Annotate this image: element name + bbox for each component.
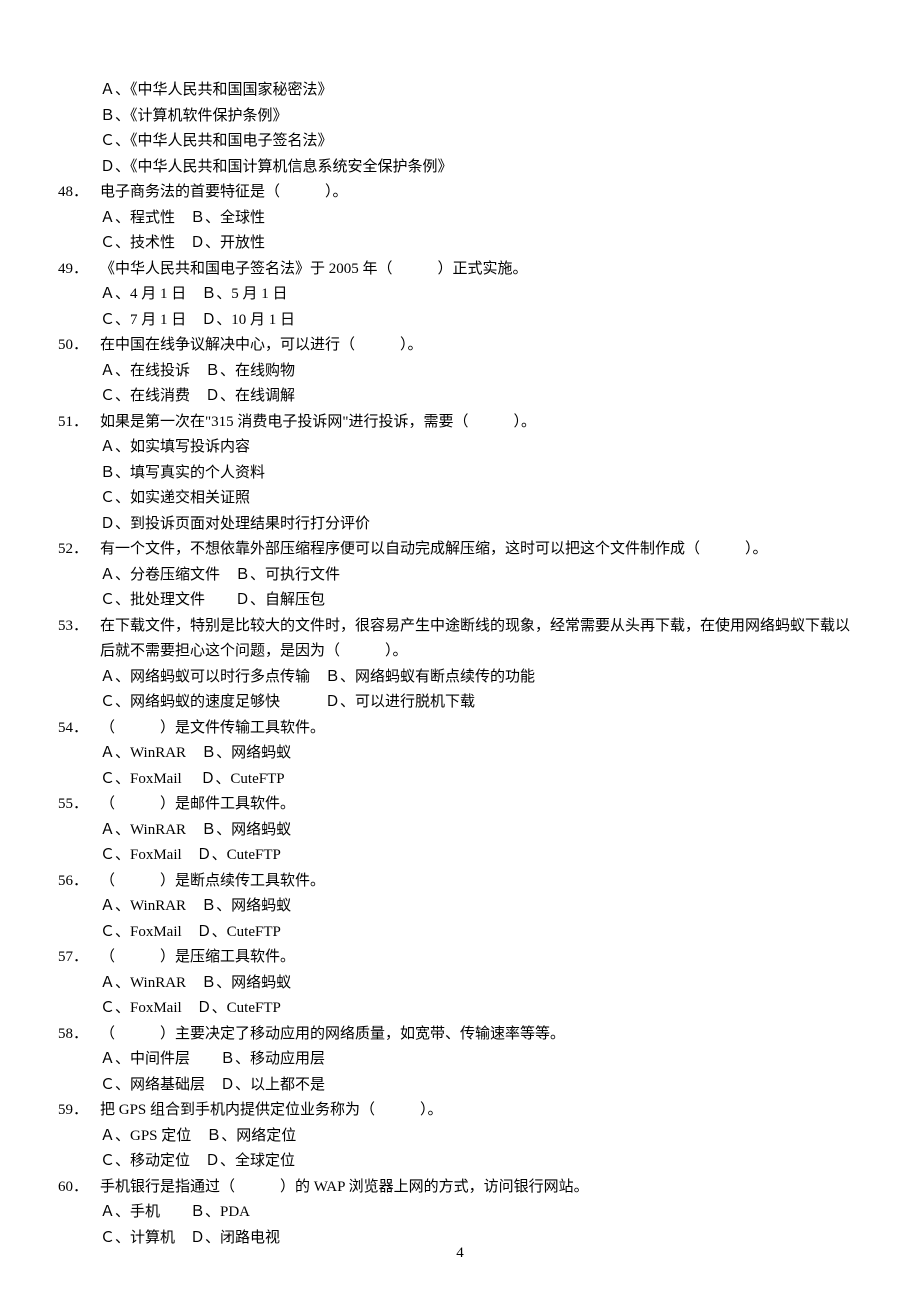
question-stem: 52．有一个文件，不想依靠外部压缩程序便可以自动完成解压缩，这时可以把这个文件制… xyxy=(58,537,860,563)
option-line: Ｄ、《中华人民共和国计算机信息系统安全保护条例》 xyxy=(100,155,860,181)
question-item: 53．在下载文件，特别是比较大的文件时，很容易产生中途断线的现象，经常需要从头再… xyxy=(58,614,860,716)
question-number: 54． xyxy=(58,716,100,742)
question-text: 电子商务法的首要特征是（ ）。 xyxy=(100,180,860,206)
question-item: 58．（ ）主要决定了移动应用的网络质量，如宽带、传输速率等等。Ａ、中间件层 Ｂ… xyxy=(58,1022,860,1099)
question-text: 《中华人民共和国电子签名法》于 2005 年（ ）正式实施。 xyxy=(100,257,860,283)
question-options: Ａ、GPS 定位 Ｂ、网络定位Ｃ、移动定位 Ｄ、全球定位 xyxy=(58,1124,860,1175)
option-line: Ｃ、如实递交相关证照 xyxy=(100,486,860,512)
question-options: Ａ、WinRAR Ｂ、网络蚂蚁Ｃ、FoxMail Ｄ、CuteFTP xyxy=(58,971,860,1022)
questions-list: 48．电子商务法的首要特征是（ ）。Ａ、程式性 Ｂ、全球性Ｃ、技术性 Ｄ、开放性… xyxy=(58,180,860,1251)
question-number: 58． xyxy=(58,1022,100,1048)
question-number: 48． xyxy=(58,180,100,206)
question-number: 51． xyxy=(58,410,100,436)
option-line: Ａ、中间件层 Ｂ、移动应用层 xyxy=(100,1047,860,1073)
option-line: Ａ、4 月 1 日 Ｂ、5 月 1 日 xyxy=(100,282,860,308)
question-stem: 60．手机银行是指通过（ ）的 WAP 浏览器上网的方式，访问银行网站。 xyxy=(58,1175,860,1201)
question-options: Ａ、WinRAR Ｂ、网络蚂蚁Ｃ、FoxMail Ｄ、CuteFTP xyxy=(58,741,860,792)
question-options: Ａ、如实填写投诉内容Ｂ、填写真实的个人资料Ｃ、如实递交相关证照Ｄ、到投诉页面对处… xyxy=(58,435,860,537)
question-number: 57． xyxy=(58,945,100,971)
page-number: 4 xyxy=(0,1241,920,1267)
question-stem: 50．在中国在线争议解决中心，可以进行（ ）。 xyxy=(58,333,860,359)
option-line: Ｂ、《计算机软件保护条例》 xyxy=(100,104,860,130)
option-line: Ｃ、FoxMail Ｄ、CuteFTP xyxy=(100,920,860,946)
option-line: Ａ、WinRAR Ｂ、网络蚂蚁 xyxy=(100,818,860,844)
question-stem: 55．（ ）是邮件工具软件。 xyxy=(58,792,860,818)
question-text: 把 GPS 组合到手机内提供定位业务称为（ ）。 xyxy=(100,1098,860,1124)
top-continuation-options: Ａ、《中华人民共和国国家秘密法》 Ｂ、《计算机软件保护条例》 Ｃ、《中华人民共和… xyxy=(58,78,860,180)
question-options: Ａ、在线投诉 Ｂ、在线购物Ｃ、在线消费 Ｄ、在线调解 xyxy=(58,359,860,410)
question-number: 50． xyxy=(58,333,100,359)
question-number: 52． xyxy=(58,537,100,563)
question-stem: 58．（ ）主要决定了移动应用的网络质量，如宽带、传输速率等等。 xyxy=(58,1022,860,1048)
option-line: Ａ、程式性 Ｂ、全球性 xyxy=(100,206,860,232)
question-stem: 49．《中华人民共和国电子签名法》于 2005 年（ ）正式实施。 xyxy=(58,257,860,283)
question-number: 56． xyxy=(58,869,100,895)
option-line: Ｃ、FoxMail Ｄ、CuteFTP xyxy=(100,843,860,869)
question-item: 57．（ ）是压缩工具软件。Ａ、WinRAR Ｂ、网络蚂蚁Ｃ、FoxMail Ｄ… xyxy=(58,945,860,1022)
question-options: Ａ、程式性 Ｂ、全球性Ｃ、技术性 Ｄ、开放性 xyxy=(58,206,860,257)
question-text: （ ）主要决定了移动应用的网络质量，如宽带、传输速率等等。 xyxy=(100,1022,860,1048)
question-text: 手机银行是指通过（ ）的 WAP 浏览器上网的方式，访问银行网站。 xyxy=(100,1175,860,1201)
option-line: Ａ、《中华人民共和国国家秘密法》 xyxy=(100,78,860,104)
question-item: 54．（ ）是文件传输工具软件。Ａ、WinRAR Ｂ、网络蚂蚁Ｃ、FoxMail… xyxy=(58,716,860,793)
question-stem: 57．（ ）是压缩工具软件。 xyxy=(58,945,860,971)
question-stem: 54．（ ）是文件传输工具软件。 xyxy=(58,716,860,742)
question-stem: 56．（ ）是断点续传工具软件。 xyxy=(58,869,860,895)
question-text: （ ）是邮件工具软件。 xyxy=(100,792,860,818)
option-line: Ｃ、网络基础层 Ｄ、以上都不是 xyxy=(100,1073,860,1099)
option-line: Ａ、分卷压缩文件 Ｂ、可执行文件 xyxy=(100,563,860,589)
question-text: 有一个文件，不想依靠外部压缩程序便可以自动完成解压缩，这时可以把这个文件制作成（… xyxy=(100,537,860,563)
question-options: Ａ、分卷压缩文件 Ｂ、可执行文件Ｃ、批处理文件 Ｄ、自解压包 xyxy=(58,563,860,614)
option-line: Ｃ、FoxMail Ｄ、CuteFTP xyxy=(100,767,860,793)
option-line: Ｂ、填写真实的个人资料 xyxy=(100,461,860,487)
question-stem: 53．在下载文件，特别是比较大的文件时，很容易产生中途断线的现象，经常需要从头再… xyxy=(58,614,860,665)
question-item: 52．有一个文件，不想依靠外部压缩程序便可以自动完成解压缩，这时可以把这个文件制… xyxy=(58,537,860,614)
question-item: 51．如果是第一次在"315 消费电子投诉网"进行投诉，需要（ ）。Ａ、如实填写… xyxy=(58,410,860,538)
question-number: 60． xyxy=(58,1175,100,1201)
question-text: 在下载文件，特别是比较大的文件时，很容易产生中途断线的现象，经常需要从头再下载，… xyxy=(100,614,860,665)
question-item: 48．电子商务法的首要特征是（ ）。Ａ、程式性 Ｂ、全球性Ｃ、技术性 Ｄ、开放性 xyxy=(58,180,860,257)
option-line: Ｃ、FoxMail Ｄ、CuteFTP xyxy=(100,996,860,1022)
option-line: Ａ、WinRAR Ｂ、网络蚂蚁 xyxy=(100,894,860,920)
question-options: Ａ、WinRAR Ｂ、网络蚂蚁Ｃ、FoxMail Ｄ、CuteFTP xyxy=(58,894,860,945)
question-number: 55． xyxy=(58,792,100,818)
question-stem: 48．电子商务法的首要特征是（ ）。 xyxy=(58,180,860,206)
option-line: Ａ、WinRAR Ｂ、网络蚂蚁 xyxy=(100,971,860,997)
option-line: Ｃ、网络蚂蚁的速度足够快 Ｄ、可以进行脱机下载 xyxy=(100,690,860,716)
question-number: 53． xyxy=(58,614,100,665)
question-text: （ ）是压缩工具软件。 xyxy=(100,945,860,971)
option-line: Ｃ、技术性 Ｄ、开放性 xyxy=(100,231,860,257)
question-options: Ａ、网络蚂蚁可以时行多点传输 Ｂ、网络蚂蚁有断点续传的功能Ｃ、网络蚂蚁的速度足够… xyxy=(58,665,860,716)
question-stem: 51．如果是第一次在"315 消费电子投诉网"进行投诉，需要（ ）。 xyxy=(58,410,860,436)
option-line: Ｄ、到投诉页面对处理结果时行打分评价 xyxy=(100,512,860,538)
option-line: Ａ、WinRAR Ｂ、网络蚂蚁 xyxy=(100,741,860,767)
question-text: 如果是第一次在"315 消费电子投诉网"进行投诉，需要（ ）。 xyxy=(100,410,860,436)
question-text: （ ）是断点续传工具软件。 xyxy=(100,869,860,895)
option-line: Ａ、在线投诉 Ｂ、在线购物 xyxy=(100,359,860,385)
question-item: 59．把 GPS 组合到手机内提供定位业务称为（ ）。Ａ、GPS 定位 Ｂ、网络… xyxy=(58,1098,860,1175)
option-line: Ｃ、在线消费 Ｄ、在线调解 xyxy=(100,384,860,410)
question-options: Ａ、4 月 1 日 Ｂ、5 月 1 日Ｃ、7 月 1 日 Ｄ、10 月 1 日 xyxy=(58,282,860,333)
question-text: （ ）是文件传输工具软件。 xyxy=(100,716,860,742)
option-line: Ａ、手机 Ｂ、PDA xyxy=(100,1200,860,1226)
question-number: 59． xyxy=(58,1098,100,1124)
option-line: Ｃ、移动定位 Ｄ、全球定位 xyxy=(100,1149,860,1175)
option-line: Ａ、网络蚂蚁可以时行多点传输 Ｂ、网络蚂蚁有断点续传的功能 xyxy=(100,665,860,691)
question-item: 50．在中国在线争议解决中心，可以进行（ ）。Ａ、在线投诉 Ｂ、在线购物Ｃ、在线… xyxy=(58,333,860,410)
option-line: Ｃ、批处理文件 Ｄ、自解压包 xyxy=(100,588,860,614)
option-line: Ａ、如实填写投诉内容 xyxy=(100,435,860,461)
question-text: 在中国在线争议解决中心，可以进行（ ）。 xyxy=(100,333,860,359)
question-item: 55．（ ）是邮件工具软件。Ａ、WinRAR Ｂ、网络蚂蚁Ｃ、FoxMail Ｄ… xyxy=(58,792,860,869)
option-line: Ｃ、《中华人民共和国电子签名法》 xyxy=(100,129,860,155)
question-number: 49． xyxy=(58,257,100,283)
document-body: Ａ、《中华人民共和国国家秘密法》 Ｂ、《计算机软件保护条例》 Ｃ、《中华人民共和… xyxy=(58,78,860,1251)
question-stem: 59．把 GPS 组合到手机内提供定位业务称为（ ）。 xyxy=(58,1098,860,1124)
option-line: Ｃ、7 月 1 日 Ｄ、10 月 1 日 xyxy=(100,308,860,334)
question-item: 56．（ ）是断点续传工具软件。Ａ、WinRAR Ｂ、网络蚂蚁Ｃ、FoxMail… xyxy=(58,869,860,946)
question-item: 49．《中华人民共和国电子签名法》于 2005 年（ ）正式实施。Ａ、4 月 1… xyxy=(58,257,860,334)
question-options: Ａ、WinRAR Ｂ、网络蚂蚁Ｃ、FoxMail Ｄ、CuteFTP xyxy=(58,818,860,869)
option-line: Ａ、GPS 定位 Ｂ、网络定位 xyxy=(100,1124,860,1150)
question-options: Ａ、中间件层 Ｂ、移动应用层Ｃ、网络基础层 Ｄ、以上都不是 xyxy=(58,1047,860,1098)
